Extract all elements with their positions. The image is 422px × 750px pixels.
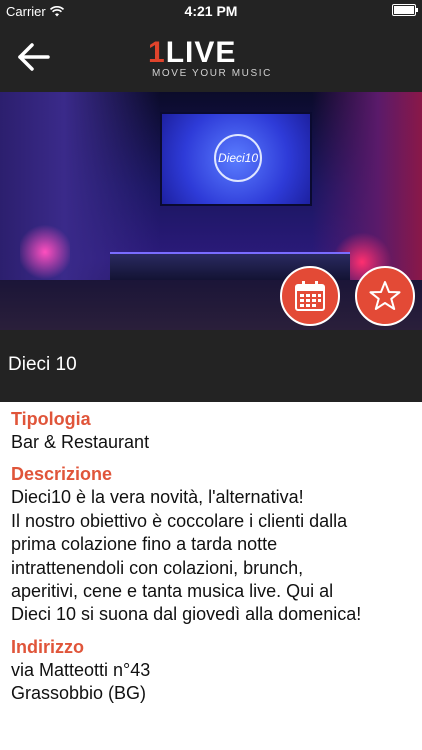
- descrizione-text: Dieci10 è la vera novità, l'alternativa!…: [11, 486, 416, 626]
- photo-projection-screen: Dieci10: [160, 112, 312, 206]
- indirizzo-value: via Matteotti n°43 Grassobbio (BG): [11, 659, 416, 706]
- tipologia-label: Tipologia: [11, 409, 91, 429]
- descrizione-line: prima colazione fino a tarda notte: [11, 534, 278, 555]
- venue-details: Tipologia Bar & Restaurant Descrizione D…: [11, 407, 416, 714]
- calendar-icon: [295, 281, 325, 311]
- battery-level: [394, 6, 414, 14]
- venue-title-bar: Dieci 10: [0, 330, 422, 402]
- app-logo: 1LIVE MOVE YOUR MUSIC: [148, 38, 278, 80]
- back-button[interactable]: [14, 39, 54, 75]
- screen-logo: Dieci10: [214, 134, 262, 182]
- venue-title: Dieci 10: [8, 354, 77, 375]
- status-right: [392, 4, 418, 16]
- descrizione-line: Il nostro obiettivo è coccolare i client…: [11, 510, 348, 531]
- logo-tagline: MOVE YOUR MUSIC: [152, 68, 272, 79]
- calendar-button[interactable]: [280, 266, 340, 326]
- nav-bar: 1LIVE MOVE YOUR MUSIC: [0, 22, 422, 92]
- logo-number: 1: [148, 36, 166, 69]
- tipologia-value: Bar & Restaurant: [11, 432, 150, 452]
- status-bar: Carrier 4:21 PM: [0, 0, 422, 22]
- descrizione-line: Dieci10 è la vera novità, l'alternativa!: [11, 487, 304, 508]
- photo-light-left: [20, 222, 70, 282]
- descrizione-label: Descrizione: [11, 464, 113, 485]
- descrizione-line: aperitivi, cene e tanta musica live. Qui…: [11, 581, 334, 602]
- address-street[interactable]: via Matteotti n°43: [11, 659, 416, 682]
- address-city[interactable]: Grassobbio (BG): [11, 682, 416, 705]
- indirizzo-label: Indirizzo: [11, 636, 84, 657]
- descrizione-line: Dieci 10 si suona dal giovedì alla domen…: [11, 604, 362, 625]
- descrizione-line: intrattenendoli con colazioni, brunch,: [11, 557, 304, 578]
- logo-word: LIVE: [165, 36, 237, 69]
- favorite-button[interactable]: [355, 266, 415, 326]
- status-time: 4:21 PM: [184, 3, 238, 19]
- logo-wordmark: 1LIVE: [148, 38, 236, 68]
- arrow-left-icon: [18, 43, 50, 71]
- battery-icon: [392, 4, 418, 16]
- star-icon: [369, 281, 401, 310]
